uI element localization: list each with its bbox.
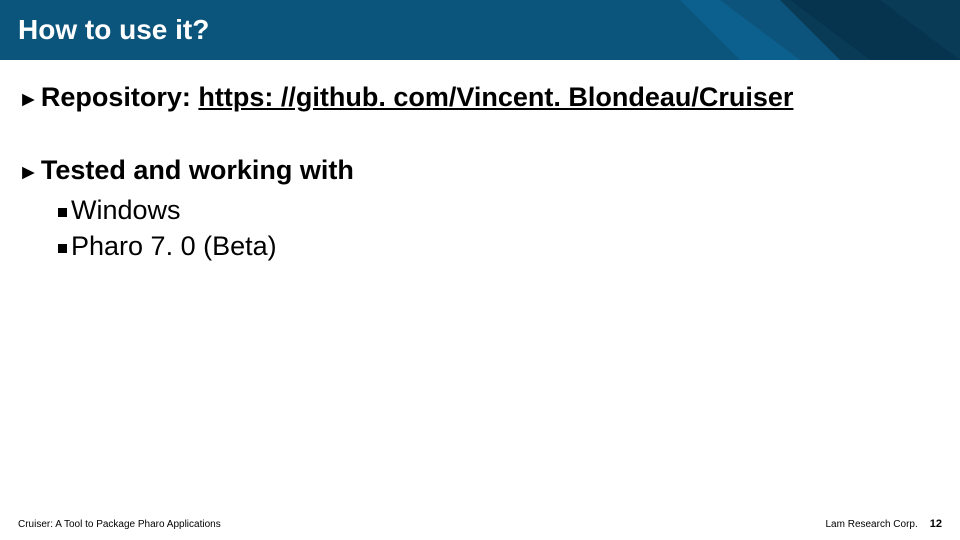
tested-label: Tested and working with (41, 155, 354, 185)
repository-line: ►Repository: https: //github. com/Vincen… (18, 82, 942, 113)
tested-list: Windows Pharo 7. 0 (Beta) (18, 192, 942, 265)
list-item-label: Windows (71, 195, 181, 225)
footer: Cruiser: A Tool to Package Pharo Applica… (18, 518, 942, 530)
square-bullet-icon (58, 244, 67, 253)
slide: How to use it? ►Repository: https: //git… (0, 0, 960, 540)
tested-line: ►Tested and working with (18, 155, 942, 186)
title-bar: How to use it? (0, 0, 960, 60)
slide-title: How to use it? (18, 14, 209, 46)
page-number: 12 (930, 518, 942, 530)
title-corner-graphic (680, 0, 960, 60)
list-item: Windows (58, 192, 942, 228)
footer-left: Cruiser: A Tool to Package Pharo Applica… (18, 519, 221, 530)
footer-company: Lam Research Corp. (825, 519, 917, 530)
repository-link[interactable]: https: //github. com/Vincent. Blondeau/C… (198, 82, 793, 112)
footer-right: Lam Research Corp. 12 (825, 518, 942, 530)
triangle-bullet-icon: ► (18, 88, 39, 112)
repository-label: Repository: (41, 82, 191, 112)
list-item-label: Pharo 7. 0 (Beta) (71, 231, 277, 261)
triangle-bullet-icon: ► (18, 161, 39, 185)
list-item: Pharo 7. 0 (Beta) (58, 228, 942, 264)
square-bullet-icon (58, 208, 67, 217)
slide-body: ►Repository: https: //github. com/Vincen… (0, 60, 960, 265)
